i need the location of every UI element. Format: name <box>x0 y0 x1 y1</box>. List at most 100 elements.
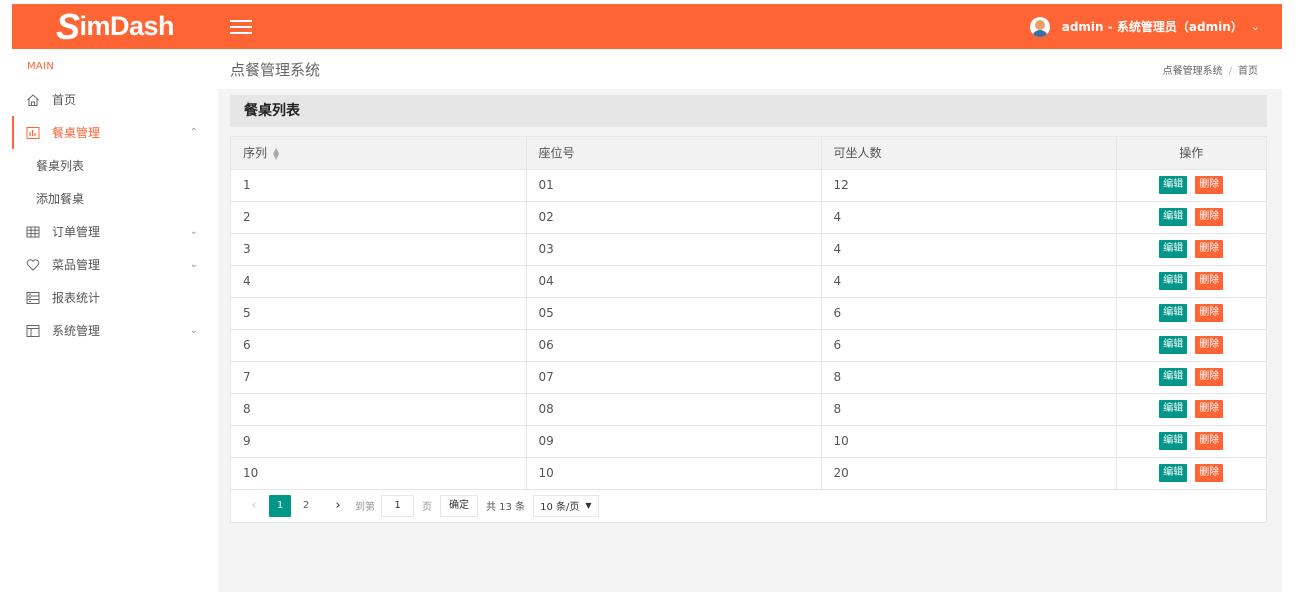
cell-seq: 8 <box>231 393 527 426</box>
logo-text: imDash <box>79 11 175 41</box>
delete-button[interactable]: 删除 <box>1195 240 1224 258</box>
table-row: 8 08 8 编辑 删除 <box>231 393 1266 426</box>
column-header-capacity: 可坐人数 <box>821 137 1117 170</box>
table-body: 1 01 12 编辑 删除 2 02 4 编辑 删除 3 03 4 编辑 删除 4 04 4 编辑 删除 5 05 6 编辑删… <box>231 169 1266 490</box>
column-header-seq[interactable]: 序列 ▲ ▼ <box>231 137 527 170</box>
page-button-1[interactable]: 1 <box>269 494 291 517</box>
table-row: 4 04 4 编辑 删除 <box>231 265 1266 298</box>
cell-capacity: 20 <box>821 457 1117 490</box>
heart-icon <box>26 258 40 272</box>
delete-button[interactable]: 删除 <box>1195 208 1224 226</box>
cell-actions: 编辑 删除 <box>1116 393 1266 426</box>
next-page-icon[interactable]: › <box>327 495 349 517</box>
edit-button[interactable]: 编辑 <box>1159 464 1188 482</box>
cell-seq: 3 <box>231 233 527 266</box>
edit-button[interactable]: 编辑 <box>1159 176 1188 194</box>
cell-seq: 6 <box>231 329 527 362</box>
grid-icon <box>26 225 40 239</box>
sidebar-subitem-add-table[interactable]: 添加餐桌 <box>12 182 218 215</box>
sidebar-item-label: 首页 <box>52 93 77 107</box>
sidebar-section-label: MAIN <box>27 61 55 72</box>
cell-seq: 10 <box>231 457 527 490</box>
breadcrumb: 点餐管理系统 / 首页 <box>1162 65 1258 77</box>
user-menu[interactable]: admin - 系统管理员（admin） ⌄ <box>1029 16 1260 37</box>
cell-seat: 03 <box>526 233 822 266</box>
table-row: 10 10 20 编辑 删除 <box>231 457 1266 490</box>
sidebar-item-table-management[interactable]: 餐桌管理 ⌃ <box>12 116 218 149</box>
pagination: ‹ 1 2 › 到第 页 确定 共 13 条 10 条/页▼ <box>231 490 1266 522</box>
cell-actions: 编辑 删除 <box>1116 265 1266 298</box>
delete-button[interactable]: 删除 <box>1195 304 1224 322</box>
cell-seat: 09 <box>526 425 822 458</box>
edit-button[interactable]: 编辑 <box>1159 272 1188 290</box>
delete-button[interactable]: 删除 <box>1195 176 1224 194</box>
table-row: 5 05 6 编辑 删除 <box>231 297 1266 330</box>
prev-page-icon[interactable]: ‹ <box>243 495 265 517</box>
table-row: 9 09 10 编辑 删除 <box>231 425 1266 458</box>
cell-actions: 编辑 删除 <box>1116 297 1266 330</box>
cell-seat: 01 <box>526 169 822 202</box>
sidebar-item-label: 菜品管理 <box>52 258 101 272</box>
chevron-up-icon: ⌃ <box>189 127 198 138</box>
logo[interactable]: SimDash <box>12 5 218 47</box>
table-row: 7 07 8 编辑 删除 <box>231 361 1266 394</box>
sidebar-item-system[interactable]: 系统管理 ⌄ <box>12 314 218 347</box>
edit-button[interactable]: 编辑 <box>1159 368 1188 386</box>
sort-icon[interactable]: ▲ ▼ <box>273 146 279 160</box>
sidebar: MAIN 首页 餐桌管理 ⌃ 餐桌列表 添加餐桌 订单管理 ⌄ 菜品管理 ⌄ 报… <box>12 49 218 592</box>
cell-capacity: 4 <box>821 265 1117 298</box>
cell-capacity: 8 <box>821 361 1117 394</box>
cell-capacity: 8 <box>821 393 1117 426</box>
page-button-2[interactable]: 2 <box>295 495 317 517</box>
cell-actions: 编辑 删除 <box>1116 425 1266 458</box>
goto-page-input[interactable] <box>381 494 414 517</box>
cell-actions: 编辑 删除 <box>1116 457 1266 490</box>
edit-button[interactable]: 编辑 <box>1159 336 1188 354</box>
cell-seat: 08 <box>526 393 822 426</box>
delete-button[interactable]: 删除 <box>1195 432 1224 450</box>
table-row: 6 06 6 编辑 删除 <box>231 329 1266 362</box>
sidebar-item-orders[interactable]: 订单管理 ⌄ <box>12 215 218 248</box>
cell-seq: 1 <box>231 169 527 202</box>
dining-table-list: 序列 ▲ ▼ 座位号 可坐人数 操作 1 01 12 编辑 删除 2 02 4 编辑 删除 3 03 4 编辑… <box>231 137 1266 490</box>
table-list-panel: 餐桌列表 序列 ▲ ▼ 座位号 可坐人数 操作 1 01 12 编辑 删除 2 02 4 编辑 删除 3… <box>230 95 1267 523</box>
goto-confirm-button[interactable]: 确定 <box>440 494 478 517</box>
delete-button[interactable]: 删除 <box>1195 336 1224 354</box>
logo-s: S <box>55 5 80 47</box>
table-container: 序列 ▲ ▼ 座位号 可坐人数 操作 1 01 12 编辑 删除 2 02 4 编辑 删除 3 03 4 编辑… <box>230 136 1267 523</box>
sidebar-item-reports[interactable]: 报表统计 <box>12 281 218 314</box>
edit-button[interactable]: 编辑 <box>1159 400 1188 418</box>
sidebar-item-home[interactable]: 首页 <box>12 83 218 116</box>
table-row: 2 02 4 编辑 删除 <box>231 201 1266 234</box>
cell-capacity: 4 <box>821 201 1117 234</box>
app-root: SimDash admin - 系统管理员（admin） ⌄ MAIN 首页 餐… <box>0 0 1302 592</box>
edit-button[interactable]: 编辑 <box>1159 432 1188 450</box>
sidebar-item-label: 报表统计 <box>52 291 101 305</box>
cell-seq: 2 <box>231 201 527 234</box>
cell-seat: 02 <box>526 201 822 234</box>
delete-button[interactable]: 删除 <box>1195 464 1224 482</box>
cell-seat: 05 <box>526 297 822 330</box>
edit-button[interactable]: 编辑 <box>1159 208 1188 226</box>
cell-actions: 编辑 删除 <box>1116 329 1266 362</box>
breadcrumb-item-current: 首页 <box>1238 65 1258 77</box>
sidebar-item-label: 订单管理 <box>52 225 101 239</box>
sidebar-subitem-table-list[interactable]: 餐桌列表 <box>12 149 218 182</box>
sidebar-item-dishes[interactable]: 菜品管理 ⌄ <box>12 248 218 281</box>
delete-button[interactable]: 删除 <box>1195 400 1224 418</box>
breadcrumb-item[interactable]: 点餐管理系统 <box>1163 66 1223 77</box>
cell-actions: 编辑 删除 <box>1116 233 1266 266</box>
layout-icon <box>26 324 40 338</box>
cell-seat: 10 <box>526 457 822 490</box>
column-header-seat: 座位号 <box>526 137 822 170</box>
per-page-select[interactable]: 10 条/页 ▼ <box>533 494 599 517</box>
cell-seat: 06 <box>526 329 822 362</box>
delete-button[interactable]: 删除 <box>1195 272 1224 290</box>
table-header-row: 序列 ▲ ▼ 座位号 可坐人数 操作 <box>231 137 1266 170</box>
cell-seat: 07 <box>526 361 822 394</box>
edit-button[interactable]: 编辑 <box>1159 304 1188 322</box>
menu-toggle-icon[interactable] <box>230 18 252 36</box>
delete-button[interactable]: 删除 <box>1195 368 1224 386</box>
edit-button[interactable]: 编辑 <box>1159 240 1188 258</box>
goto-label: 到第 <box>355 502 375 513</box>
